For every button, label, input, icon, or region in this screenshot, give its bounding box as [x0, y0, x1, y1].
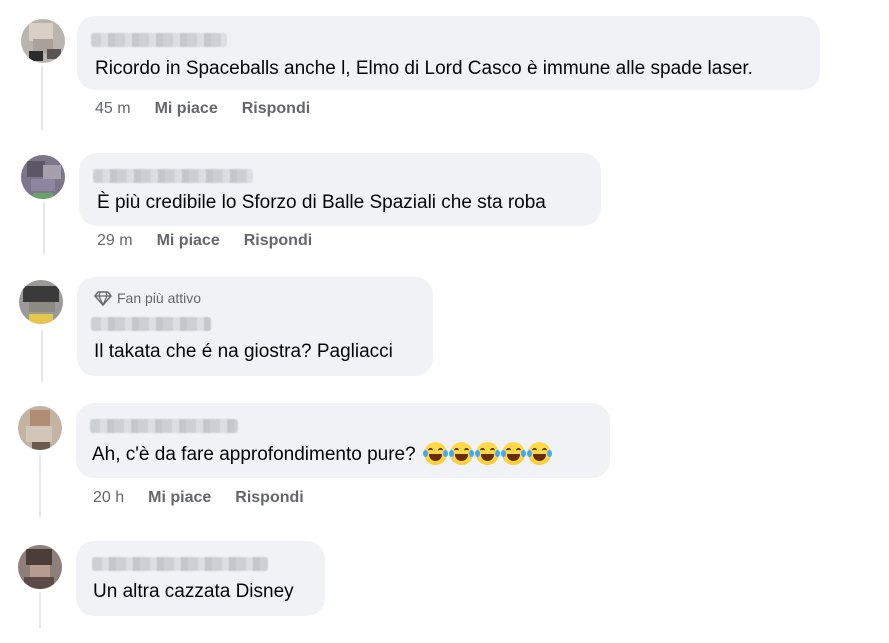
like-button[interactable]: Mi piace — [157, 232, 220, 250]
avatar[interactable] — [19, 280, 63, 324]
thread-line — [41, 330, 43, 382]
comment-bubble: Fan più attivo Il takata che é na giostr… — [77, 277, 433, 376]
avatar[interactable] — [21, 155, 65, 199]
avatar[interactable] — [21, 19, 65, 63]
comment-bubble: Ah, c'è da fare approfondimento pure? — [76, 403, 610, 478]
thread-line — [41, 66, 43, 130]
comment-text: Ricordo in Spaceballs anche l, Elmo di L… — [95, 58, 753, 79]
avatar[interactable] — [18, 545, 62, 589]
rofl-emoji — [448, 442, 474, 465]
comment-bubble: Ricordo in Spaceballs anche l, Elmo di L… — [77, 16, 820, 90]
comment-time[interactable]: 45 m — [95, 100, 131, 118]
comment-text: Ah, c'è da fare approfondimento pure? — [92, 442, 552, 467]
thread-line — [43, 202, 45, 254]
badge-label: Fan più attivo — [117, 290, 202, 306]
comment-actions: 29 m Mi piace Rispondi — [97, 232, 312, 250]
like-button[interactable]: Mi piace — [148, 489, 211, 507]
comment-text-content: Ah, c'è da fare approfondimento pure? — [92, 444, 416, 465]
thread-line — [39, 592, 41, 628]
author-name[interactable] — [93, 169, 253, 183]
comment-bubble: Un altra cazzata Disney — [76, 541, 325, 616]
reply-button[interactable]: Rispondi — [235, 489, 303, 507]
rofl-emoji — [526, 442, 552, 465]
author-name[interactable] — [92, 557, 268, 571]
reply-button[interactable]: Rispondi — [244, 232, 312, 250]
like-button[interactable]: Mi piace — [155, 100, 218, 118]
top-fan-badge: Fan più attivo — [94, 290, 201, 306]
author-name[interactable] — [90, 419, 238, 433]
comment-actions: 20 h Mi piace Rispondi — [93, 489, 304, 507]
thread-line — [39, 455, 41, 517]
rofl-emoji — [422, 442, 448, 465]
comment-text: È più credibile lo Sforzo di Balle Spazi… — [97, 192, 546, 213]
avatar[interactable] — [18, 406, 62, 450]
comment-bubble: È più credibile lo Sforzo di Balle Spazi… — [79, 153, 601, 226]
comment-time[interactable]: 29 m — [97, 232, 133, 250]
comment-actions: 45 m Mi piace Rispondi — [95, 100, 310, 118]
author-name[interactable] — [91, 33, 227, 47]
rofl-emoji — [500, 442, 526, 465]
comment-time[interactable]: 20 h — [93, 489, 124, 507]
diamond-icon — [94, 290, 112, 306]
reply-button[interactable]: Rispondi — [242, 100, 310, 118]
rofl-emoji — [474, 442, 500, 465]
comment-text: Un altra cazzata Disney — [93, 581, 294, 602]
author-name[interactable] — [91, 317, 211, 331]
comment-text: Il takata che é na giostra? Pagliacci — [94, 341, 393, 362]
